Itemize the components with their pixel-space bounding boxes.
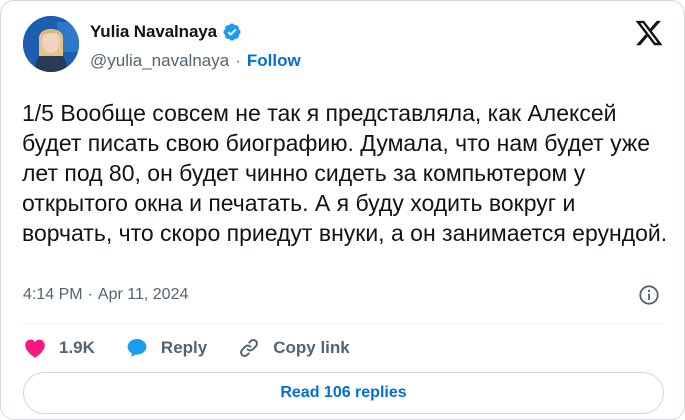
tweet-date[interactable]: Apr 11, 2024 [98,286,188,304]
follow-button[interactable]: Follow [247,51,301,71]
author-avatar[interactable] [23,16,79,72]
like-button[interactable]: 1.9K [23,336,95,360]
author-display-name[interactable]: Yulia Navalnaya [90,22,217,42]
copy-link-button[interactable]: Copy link [237,336,350,360]
reply-label: Reply [160,338,208,357]
info-icon[interactable] [638,284,660,306]
author-handle-row: @yulia_navalnaya · Follow [90,51,301,71]
author-name-row: Yulia Navalnaya [90,22,242,42]
copy-link-label: Copy link [273,338,350,357]
divider [23,323,664,324]
verified-badge-icon [223,23,241,41]
x-logo-icon[interactable] [634,18,664,48]
author-handle[interactable]: @yulia_navalnaya [90,51,229,71]
avatar-portrait-icon [23,16,79,72]
speech-bubble-icon [127,339,147,357]
read-replies-label: Read 106 replies [280,384,407,401]
handle-separator: · [235,51,241,70]
tweet-time[interactable]: 4:14 PM [23,286,83,304]
like-count: 1.9K [59,338,95,357]
meta-separator: · [87,286,93,303]
read-replies-button[interactable]: Read 106 replies [23,372,664,414]
reply-button[interactable]: Reply [125,336,207,360]
link-icon [240,339,259,357]
action-bar: 1.9K Reply Copy link [23,335,380,361]
tweet-meta: 4:14 PM · Apr 11, 2024 [23,286,188,304]
tweet-text: 1/5 Вообще совсем не так я представляла,… [22,100,668,246]
heart-icon [25,339,45,358]
tweet-card: Yulia Navalnaya @yulia_navalnaya · Follo… [0,0,685,420]
